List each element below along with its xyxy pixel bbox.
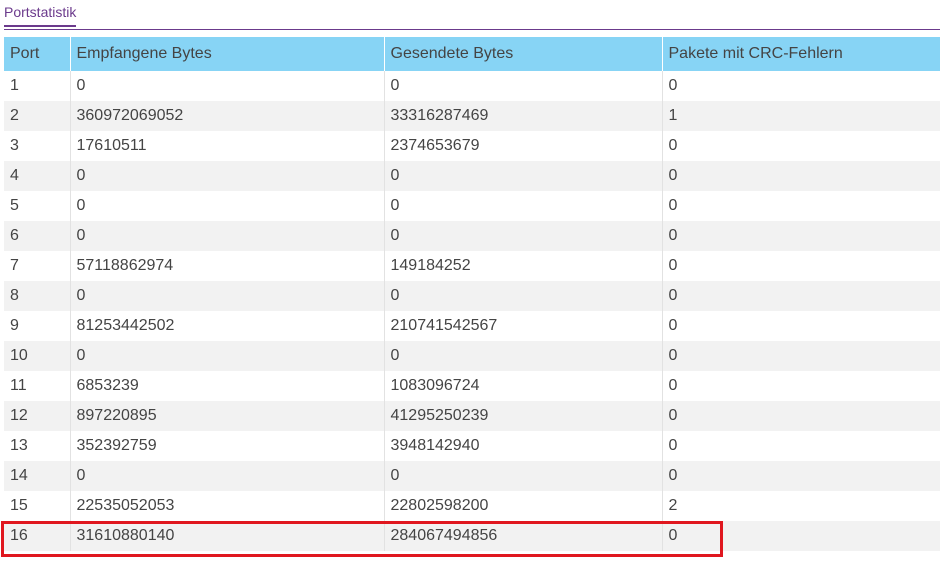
table-row: 7 57118862974 149184252 0 <box>4 251 940 281</box>
table-row: 11 6853239 1083096724 0 <box>4 371 940 401</box>
cell-sent-bytes: 210741542567 <box>384 311 663 341</box>
table-row: 3 17610511 2374653679 0 <box>4 131 940 161</box>
cell-crc-errors: 0 <box>662 371 940 401</box>
table-row: 8000 <box>4 281 940 311</box>
cell-received-bytes: 6853239 <box>70 371 385 401</box>
cell-crc-errors: 2 <box>662 491 940 521</box>
table-row: 2 360972069052 33316287469 1 <box>4 101 940 131</box>
cell-crc-errors: 0 <box>662 191 940 221</box>
cell-port: 7 <box>4 251 71 281</box>
cell-sent-bytes: 41295250239 <box>384 401 663 431</box>
cell-crc-errors: 0 <box>662 251 940 281</box>
table-row: 14 0 0 0 <box>4 461 940 491</box>
cell-port: 13 <box>4 431 71 461</box>
cell-crc-errors: 0 <box>662 461 940 491</box>
cell-sent-bytes: 0 <box>384 281 663 311</box>
cell-sent-bytes: 0 <box>384 341 663 371</box>
cell-port: 16 <box>4 521 71 551</box>
cell-sent-bytes: 22802598200 <box>384 491 663 521</box>
cell-sent-bytes: 0 <box>384 221 663 251</box>
table-row: 1000 <box>4 71 940 101</box>
cell-sent-bytes: 3948142940 <box>384 431 663 461</box>
cell-port: 4 <box>4 161 71 191</box>
column-header-sent-bytes: Gesendete Bytes <box>384 37 663 71</box>
table-row: 10 0 0 0 <box>4 341 940 371</box>
cell-received-bytes: 31610880140 <box>70 521 385 551</box>
cell-received-bytes: 0 <box>70 161 385 191</box>
tab-portstatistik[interactable]: Portstatistik <box>4 3 77 27</box>
cell-received-bytes: 0 <box>70 221 385 251</box>
cell-sent-bytes: 33316287469 <box>384 101 663 131</box>
cell-port: 3 <box>4 131 71 161</box>
cell-sent-bytes: 284067494856 <box>384 521 663 551</box>
cell-received-bytes: 81253442502 <box>70 311 385 341</box>
cell-port: 2 <box>4 101 71 131</box>
cell-port: 6 <box>4 221 71 251</box>
table-row: 15 22535052053 22802598200 2 <box>4 491 940 521</box>
table-row: 13 352392759 3948142940 0 <box>4 431 940 461</box>
table-row: 4000 <box>4 161 940 191</box>
table-row: 9 81253442502 210741542567 0 <box>4 311 940 341</box>
cell-crc-errors: 0 <box>662 401 940 431</box>
table-row: 5000 <box>4 191 940 221</box>
table-row: 12 897220895 41295250239 0 <box>4 401 940 431</box>
cell-port: 12 <box>4 401 71 431</box>
table-row: 6000 <box>4 221 940 251</box>
cell-port: 5 <box>4 191 71 221</box>
cell-received-bytes: 0 <box>70 281 385 311</box>
cell-received-bytes: 17610511 <box>70 131 385 161</box>
cell-sent-bytes: 0 <box>384 191 663 221</box>
cell-sent-bytes: 149184252 <box>384 251 663 281</box>
cell-crc-errors: 0 <box>662 161 940 191</box>
column-header-port: Port <box>4 37 71 71</box>
cell-received-bytes: 0 <box>70 341 385 371</box>
cell-sent-bytes: 0 <box>384 71 663 101</box>
cell-received-bytes: 0 <box>70 191 385 221</box>
tab-bar: Portstatistik <box>0 0 942 32</box>
cell-port: 10 <box>4 341 71 371</box>
cell-received-bytes: 57118862974 <box>70 251 385 281</box>
cell-crc-errors: 0 <box>662 431 940 461</box>
cell-sent-bytes: 0 <box>384 461 663 491</box>
cell-sent-bytes: 0 <box>384 161 663 191</box>
cell-crc-errors: 0 <box>662 221 940 251</box>
cell-crc-errors: 0 <box>662 311 940 341</box>
cell-sent-bytes: 1083096724 <box>384 371 663 401</box>
cell-received-bytes: 0 <box>70 71 385 101</box>
cell-sent-bytes: 2374653679 <box>384 131 663 161</box>
cell-crc-errors: 1 <box>662 101 940 131</box>
cell-crc-errors: 0 <box>662 131 940 161</box>
cell-port: 1 <box>4 71 71 101</box>
cell-port: 9 <box>4 311 71 341</box>
table-row: 16 31610880140 284067494856 0 <box>4 521 940 551</box>
cell-crc-errors: 0 <box>662 521 940 551</box>
port-statistics-table: Port Empfangene Bytes Gesendete Bytes Pa… <box>4 37 940 551</box>
cell-received-bytes: 352392759 <box>70 431 385 461</box>
cell-crc-errors: 0 <box>662 341 940 371</box>
cell-crc-errors: 0 <box>662 71 940 101</box>
cell-crc-errors: 0 <box>662 281 940 311</box>
cell-received-bytes: 897220895 <box>70 401 385 431</box>
tab-underline <box>4 29 940 30</box>
cell-received-bytes: 360972069052 <box>70 101 385 131</box>
cell-port: 8 <box>4 281 71 311</box>
table-header-row: Port Empfangene Bytes Gesendete Bytes Pa… <box>4 37 940 71</box>
column-header-crc-errors: Pakete mit CRC-Fehlern <box>662 37 940 71</box>
cell-port: 14 <box>4 461 71 491</box>
column-header-received-bytes: Empfangene Bytes <box>70 37 385 71</box>
cell-received-bytes: 22535052053 <box>70 491 385 521</box>
cell-port: 15 <box>4 491 71 521</box>
cell-received-bytes: 0 <box>70 461 385 491</box>
cell-port: 11 <box>4 371 71 401</box>
